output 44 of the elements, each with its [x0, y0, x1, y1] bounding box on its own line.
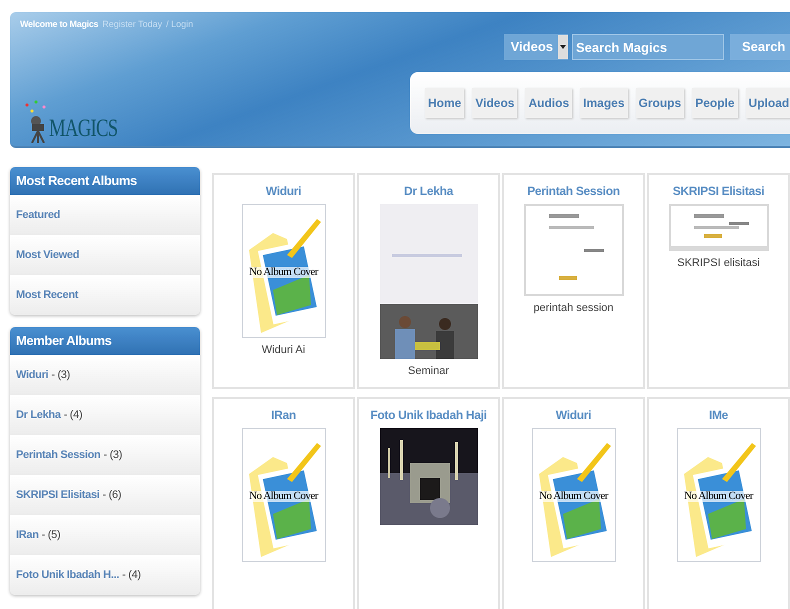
search-field[interactable]: Search Magics: [572, 34, 724, 60]
album-card[interactable]: Widuri No Album Cover: [502, 397, 645, 609]
album-card[interactable]: SKRIPSI Elisitasi SKRIPSI elisitasi: [647, 173, 790, 389]
sidebar-item[interactable]: Most Viewed: [10, 235, 200, 275]
sidebar-item[interactable]: SKRIPSI Elisitasi - (6): [10, 475, 200, 515]
album-title: SKRIPSI Elisitasi: [672, 183, 764, 200]
sidebar-item[interactable]: Featured: [10, 195, 200, 235]
album-caption: perintah session: [533, 301, 614, 316]
nav-link[interactable]: Home: [425, 88, 464, 118]
dropdown-icon: [558, 35, 568, 59]
nav-link[interactable]: Groups: [636, 88, 684, 118]
nav-link[interactable]: Audios: [525, 88, 572, 118]
welcome-text: Welcome to Magics: [20, 18, 98, 31]
sidebar-item[interactable]: Perintah Session - (3): [10, 435, 200, 475]
album-card[interactable]: IMe No Album Cover: [647, 397, 790, 609]
sidebar-item[interactable]: IRan - (5): [10, 515, 200, 555]
album-title: IMe: [708, 407, 728, 424]
album-caption: SKRIPSI elisitasi: [677, 256, 760, 271]
album-title: Foto Unik Ibadah Haji: [370, 407, 487, 424]
nav-link[interactable]: Videos: [472, 88, 518, 118]
album-caption: Seminar: [408, 364, 449, 379]
sidebar-item[interactable]: Dr Lekha - (4): [10, 395, 200, 435]
nav-link[interactable]: Images: [580, 88, 628, 118]
logo-text: MAGICS: [49, 116, 118, 141]
album-card[interactable]: Dr Lekha Seminar: [357, 173, 500, 389]
sidebar-item[interactable]: Foto Unik Ibadah H... - (4): [10, 555, 200, 595]
panel-title: Most Recent Albums: [10, 167, 200, 195]
album-title: IRan: [271, 407, 296, 424]
sidebar-item[interactable]: Widuri - (3): [10, 355, 200, 395]
album-title: Widuri: [266, 183, 302, 200]
sidebar-item[interactable]: Most Recent: [10, 275, 200, 315]
album-card[interactable]: Perintah Session perintah session: [502, 173, 645, 389]
album-title: Widuri: [556, 407, 592, 424]
panel-title: Member Albums: [10, 327, 200, 355]
album-title: Perintah Session: [527, 183, 620, 200]
search-button[interactable]: Search: [730, 34, 790, 60]
nav-link[interactable]: People: [692, 88, 738, 118]
album-card[interactable]: IRan No Album Cover: [212, 397, 355, 609]
category-select[interactable]: Videos: [504, 34, 568, 60]
album-caption: Widuri Ai: [262, 343, 306, 358]
nav-link[interactable]: Upload: [746, 88, 790, 118]
album-card[interactable]: Widuri No Album Cover Widuri Ai: [212, 173, 355, 389]
album-title: Dr Lekha: [404, 183, 453, 200]
album-card[interactable]: Foto Unik Ibadah Haji: [357, 397, 500, 609]
